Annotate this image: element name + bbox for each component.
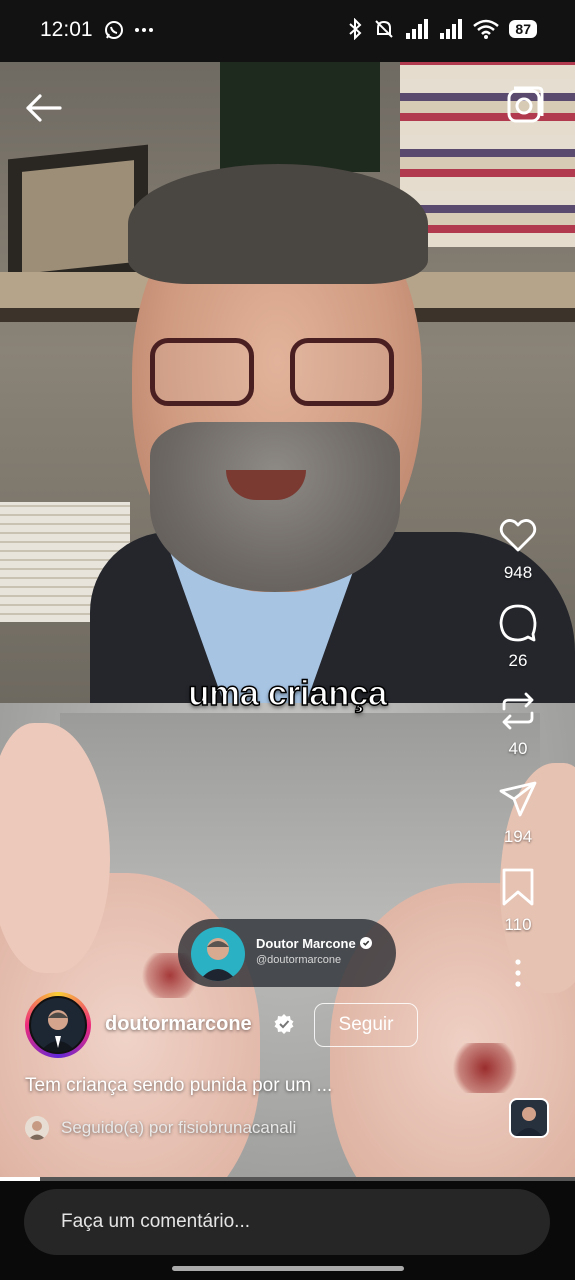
whatsapp-icon bbox=[105, 21, 123, 39]
audio-avatar[interactable] bbox=[509, 1098, 549, 1138]
comment-icon bbox=[499, 604, 537, 642]
follow-button[interactable]: Seguir bbox=[314, 1003, 418, 1047]
heart-icon bbox=[499, 519, 537, 552]
repost-icon bbox=[502, 692, 534, 730]
reel-description[interactable]: Tem criança sendo punida por um ... bbox=[25, 1075, 332, 1097]
share-count: 194 bbox=[503, 827, 533, 846]
status-time: 12:01 bbox=[40, 18, 93, 41]
more-options-button[interactable] bbox=[483, 955, 553, 991]
follower-avatar bbox=[25, 1116, 49, 1140]
signal-icon bbox=[406, 19, 429, 39]
watermark-avatar bbox=[191, 927, 245, 981]
wifi-icon bbox=[473, 19, 500, 39]
bluetooth-icon bbox=[349, 18, 362, 40]
home-indicator[interactable] bbox=[172, 1266, 404, 1271]
like-count: 948 bbox=[503, 563, 533, 582]
battery-level: 87 bbox=[509, 20, 537, 38]
watermark-handle: @doutormarcone bbox=[256, 954, 342, 966]
camera-icon[interactable] bbox=[506, 86, 544, 124]
status-bar: 12:01 87 bbox=[0, 0, 575, 62]
author-username[interactable]: doutormarcone bbox=[105, 1013, 252, 1036]
comment-count: 26 bbox=[508, 651, 528, 670]
back-arrow-icon[interactable] bbox=[24, 92, 64, 124]
person-thumbnail-icon bbox=[516, 1107, 542, 1136]
more-dots-icon bbox=[135, 28, 153, 32]
save-count: 110 bbox=[504, 915, 532, 934]
verified-badge-icon bbox=[274, 1014, 294, 1034]
comment-input[interactable]: Faça um comentário... bbox=[24, 1189, 550, 1255]
save-button[interactable]: 110 bbox=[483, 867, 553, 935]
like-button[interactable]: 948 bbox=[483, 515, 553, 583]
share-button[interactable]: 194 bbox=[483, 779, 553, 847]
followed-by-row[interactable]: Seguido(a) por fisiobrunacanali bbox=[25, 1114, 296, 1142]
author-row: doutormarcone Seguir bbox=[25, 992, 445, 1058]
send-icon bbox=[499, 781, 537, 817]
bookmark-icon bbox=[502, 868, 534, 906]
signal-icon bbox=[440, 19, 463, 39]
watermark-name: Doutor Marcone bbox=[256, 936, 356, 951]
followed-by-text: Seguido(a) por fisiobrunacanali bbox=[61, 1118, 297, 1137]
comment-button[interactable]: 26 bbox=[483, 603, 553, 671]
action-column: 948 26 40 194 110 bbox=[483, 515, 553, 991]
bottom-bar: Faça um comentário... bbox=[0, 1181, 575, 1280]
repost-button[interactable]: 40 bbox=[483, 691, 553, 759]
verified-badge-icon bbox=[359, 937, 372, 949]
video-watermark: Doutor Marcone @doutormarcone bbox=[178, 919, 396, 987]
more-vertical-icon bbox=[515, 959, 521, 987]
bell-off-icon bbox=[375, 20, 394, 38]
comment-placeholder: Faça um comentário... bbox=[61, 1211, 251, 1232]
profile-photo-icon bbox=[40, 1010, 76, 1052]
author-avatar[interactable] bbox=[25, 992, 91, 1058]
repost-count: 40 bbox=[508, 739, 528, 758]
